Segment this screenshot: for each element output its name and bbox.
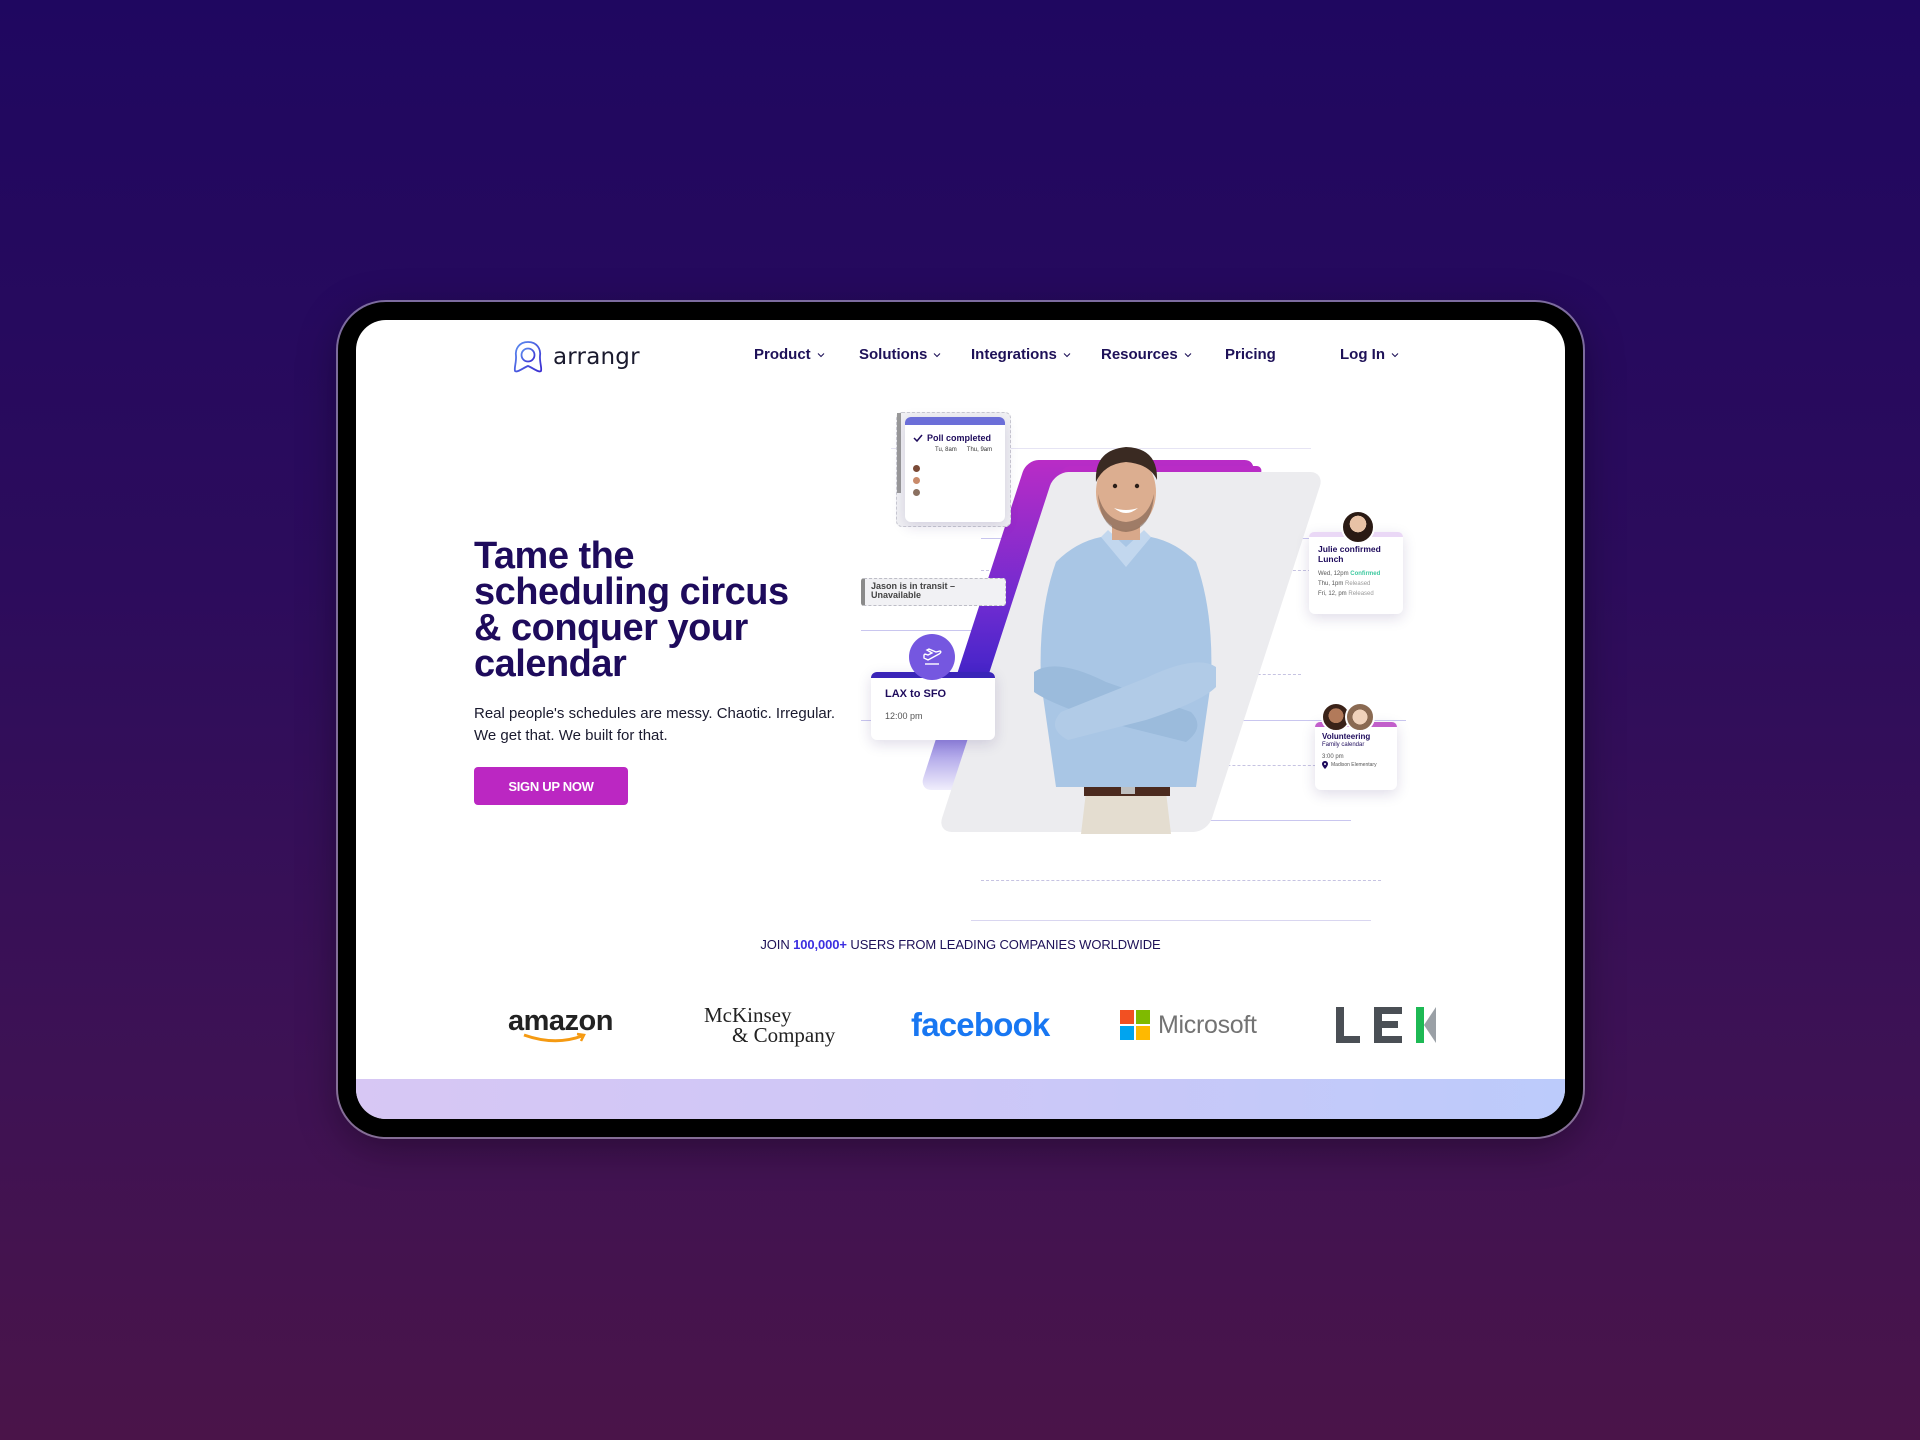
flight-card: LAX to SFO 12:00 pm: [871, 672, 995, 740]
nav-label: Solutions: [859, 346, 928, 363]
user-count: 100,000+: [793, 937, 847, 952]
customer-logos: amazon McKinsey & Company facebook Micro…: [356, 995, 1565, 1055]
smiling-man-photo: [1034, 447, 1216, 834]
website-screen: arrangr Product Solutions Integrations R…: [356, 320, 1565, 1119]
facebook-wordmark: facebook: [911, 1006, 1050, 1043]
hero-title-line: calendar: [474, 643, 627, 685]
mckinsey-line2: & Company: [732, 1023, 836, 1047]
social-proof-suffix: USERS FROM LEADING COMPANIES WORLDWIDE: [846, 937, 1161, 952]
mckinsey-logo: McKinsey & Company: [704, 995, 835, 1055]
lunch-row-time: Fri, 12, pm: [1318, 591, 1347, 597]
nav-pricing[interactable]: Pricing: [1225, 346, 1276, 363]
hero-illustration: Poll completed Tu, 8am Thu, 9am Jason is…: [861, 410, 1421, 921]
nav-login[interactable]: Log In: [1340, 346, 1399, 363]
chevron-down-icon: [933, 352, 941, 357]
transit-status-card: Jason is in transit – Unavailable: [861, 578, 1006, 606]
nav-label: Integrations: [971, 346, 1057, 363]
map-pin-icon: [1322, 761, 1328, 769]
arrangr-logo-icon: [513, 341, 543, 373]
sign-up-button[interactable]: SIGN UP NOW: [474, 767, 628, 805]
volunteer-card-calendar: Family calendar: [1322, 742, 1365, 748]
lunch-row-time: Wed, 12pm: [1318, 571, 1349, 577]
poll-option: Thu, 9am: [966, 447, 993, 453]
flight-card-time: 12:00 pm: [885, 711, 923, 721]
airplane-departure-icon: [909, 634, 955, 680]
next-section-band: [356, 1079, 1565, 1119]
lunch-row-status: Released: [1345, 581, 1371, 587]
lunch-card-title: Julie confirmed: [1318, 544, 1381, 554]
nav-integrations[interactable]: Integrations: [971, 346, 1071, 363]
amazon-logo: amazon: [508, 995, 613, 1055]
nav-label: Product: [754, 346, 811, 363]
hero-title-line: scheduling circus: [474, 571, 789, 613]
lek-wordmark: [1336, 1007, 1436, 1043]
poll-card-header-bar: [905, 417, 1005, 425]
lunch-card-title: Lunch: [1318, 554, 1344, 564]
lunch-row-time: Thu, 1pm: [1318, 581, 1344, 587]
child-avatar: [1345, 702, 1375, 732]
nav-resources[interactable]: Resources: [1101, 346, 1192, 363]
check-icon: [913, 434, 923, 443]
microsoft-wordmark: Microsoft: [1158, 1010, 1257, 1039]
microsoft-logo: Microsoft: [1120, 995, 1257, 1055]
top-navigation: arrangr Product Solutions Integrations R…: [356, 320, 1565, 392]
volunteer-card-time: 3:00 pm: [1322, 754, 1344, 760]
chevron-down-icon: [1063, 352, 1071, 357]
nav-label: Log In: [1340, 346, 1385, 363]
lunch-row-status: Released: [1348, 591, 1374, 597]
calendar-dashed-line: [981, 880, 1381, 881]
social-proof-heading: JOIN 100,000+ USERS FROM LEADING COMPANI…: [356, 937, 1565, 952]
card-side-bar: [897, 413, 901, 493]
hero-title-line: & conquer your: [474, 607, 748, 649]
transit-line: Unavailable: [871, 590, 922, 600]
nav-product[interactable]: Product: [754, 346, 825, 363]
microsoft-squares-icon: [1120, 1010, 1150, 1040]
julie-avatar: [1341, 510, 1375, 544]
hero-subtitle-line: We get that. We built for that.: [474, 727, 668, 744]
lunch-row: Thu, 1pm Released: [1318, 579, 1403, 589]
calendar-line: [971, 920, 1371, 921]
chevron-down-icon: [817, 352, 825, 357]
poll-completed-card: Poll completed Tu, 8am Thu, 9am: [896, 412, 1011, 527]
participant-avatar: [911, 475, 922, 486]
chevron-down-icon: [1184, 352, 1192, 357]
hero-subtitle-line: Real people's schedules are messy. Chaot…: [474, 705, 836, 722]
hero-title: Tame the scheduling circus & conquer you…: [474, 535, 854, 685]
lunch-row: Fri, 12, pm Released: [1318, 589, 1403, 599]
poll-card-inner: Poll completed Tu, 8am Thu, 9am: [905, 417, 1005, 522]
flight-card-title: LAX to SFO: [885, 688, 947, 700]
lunch-row: Wed, 12pm Confirmed: [1318, 569, 1403, 579]
hero-title-line: Tame the: [474, 535, 635, 577]
volunteer-card-location: Madison Elementary: [1331, 762, 1377, 768]
participant-avatar: [911, 463, 922, 474]
participant-avatar: [911, 487, 922, 498]
brand-logo[interactable]: arrangr: [511, 340, 640, 374]
chevron-down-icon: [1391, 352, 1399, 357]
volunteering-card: Volunteering Family calendar 3:00 pm Mad…: [1315, 722, 1397, 790]
poll-card-title: Poll completed: [927, 433, 992, 443]
lunch-confirmed-card: Julie confirmed Lunch Wed, 12pm Confirme…: [1309, 532, 1403, 614]
nav-label: Pricing: [1225, 346, 1276, 363]
poll-option: Tu, 8am: [935, 447, 957, 453]
facebook-logo: facebook: [911, 995, 1050, 1055]
amazon-smile-icon: [523, 1032, 587, 1043]
nav-solutions[interactable]: Solutions: [859, 346, 941, 363]
hero-subtitle: Real people's schedules are messy. Chaot…: [474, 703, 864, 747]
nav-label: Resources: [1101, 346, 1178, 363]
mckinsey-line1: McKinsey: [704, 1003, 792, 1027]
brand-name: arrangr: [553, 344, 640, 370]
lek-logo: [1336, 995, 1436, 1055]
tablet-device-frame: arrangr Product Solutions Integrations R…: [338, 302, 1583, 1137]
social-proof-prefix: JOIN: [760, 937, 794, 952]
lunch-row-status: Confirmed: [1350, 571, 1381, 577]
